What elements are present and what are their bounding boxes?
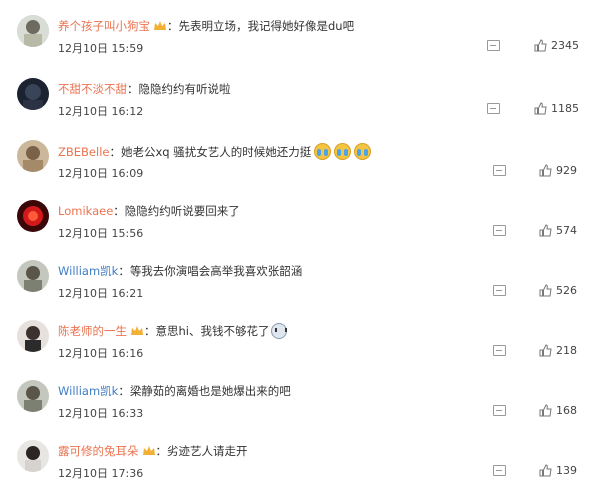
separator: ： — [155, 444, 168, 458]
comment-username[interactable]: 露可修的兔耳朵 — [58, 444, 139, 458]
like-count: 2345 — [551, 38, 579, 52]
comment-text: 先表明立场，我记得她好像是du吧 — [178, 19, 355, 33]
avatar[interactable] — [17, 140, 49, 172]
avatar[interactable] — [17, 200, 49, 232]
thumbs-up-icon — [539, 463, 552, 476]
comment-item: ZBEBelle：她老公xq 骚扰女艺人的时候她还力挺 12月10日 16:09… — [0, 140, 600, 200]
thumbs-up-icon — [539, 223, 552, 236]
comment-username[interactable]: William凯k — [58, 264, 118, 278]
comment-time: 12月10日 16:12 — [58, 105, 144, 118]
comment-text: 意思hi、我钱不够花了 — [155, 324, 270, 338]
comment-username[interactable]: 不甜不淡不甜 — [58, 82, 127, 96]
thumbs-up-icon — [534, 38, 547, 51]
comment-item: 不甜不淡不甜：隐隐约约有听说啦 12月10日 16:12 1185 — [0, 78, 600, 138]
like-count: 139 — [556, 463, 577, 477]
comment-item: William凯k：梁静茹的离婚也是她爆出来的吧 12月10日 16:33 16… — [0, 380, 600, 440]
separator: ： — [109, 145, 121, 159]
like-button[interactable]: 929 — [539, 162, 577, 178]
like-button[interactable]: 574 — [539, 222, 577, 238]
crown-icon — [153, 20, 167, 32]
separator: ： — [167, 19, 179, 33]
like-button[interactable]: 526 — [539, 282, 577, 298]
thumbs-up-icon — [539, 403, 552, 416]
thumbs-up-icon — [534, 101, 547, 114]
reply-icon[interactable] — [493, 285, 506, 296]
comment-time: 12月10日 16:21 — [58, 287, 144, 300]
comment-username[interactable]: ZBEBelle — [58, 145, 109, 159]
crying-emoji-icon — [334, 143, 352, 160]
comment-text: 劣迹艺人请走开 — [167, 444, 248, 458]
crown-icon — [130, 325, 144, 337]
comment-time: 12月10日 16:33 — [58, 407, 144, 420]
reply-icon[interactable] — [493, 405, 506, 416]
comment-text: 等我去你演唱会高举我喜欢张韶涵 — [129, 264, 303, 278]
separator: ： — [144, 324, 156, 338]
comment-text: 她老公xq 骚扰女艺人的时候她还力挺 — [120, 145, 312, 159]
like-count: 168 — [556, 403, 577, 417]
like-button[interactable]: 218 — [539, 342, 577, 358]
avatar[interactable] — [17, 380, 49, 412]
comment-time: 12月10日 16:16 — [58, 347, 144, 360]
thumbs-up-icon — [539, 283, 552, 296]
comment-item: 露可修的兔耳朵 ：劣迹艺人请走开 12月10日 17:36 139 — [0, 440, 600, 500]
crown-icon — [142, 445, 156, 457]
reply-icon[interactable] — [493, 345, 506, 356]
comment-time: 12月10日 16:09 — [58, 167, 144, 180]
like-count: 218 — [556, 343, 577, 357]
crying-emoji-icon — [354, 143, 372, 160]
like-count: 1185 — [551, 101, 579, 115]
comment-username[interactable]: Lomikaee — [58, 204, 113, 218]
comment-time: 12月10日 17:36 — [58, 467, 144, 480]
like-count: 526 — [556, 283, 577, 297]
comment-item: 养个孩子叫小狗宝 ：先表明立场，我记得她好像是du吧 12月10日 15:59 2… — [0, 15, 600, 75]
crying-emoji-icon — [314, 143, 332, 160]
avatar[interactable] — [17, 78, 49, 110]
like-button[interactable]: 168 — [539, 402, 577, 418]
avatar[interactable] — [17, 440, 49, 472]
comment-username[interactable]: 养个孩子叫小狗宝 — [58, 19, 150, 33]
separator: ： — [127, 82, 139, 96]
avatar[interactable] — [17, 320, 49, 352]
avatar[interactable] — [17, 15, 49, 47]
avatar[interactable] — [17, 260, 49, 292]
reply-icon[interactable] — [493, 465, 506, 476]
comment-username[interactable]: 陈老师的一生 — [58, 324, 127, 338]
comment-item: Lomikaee：隐隐约约听说要回来了 12月10日 15:56 574 — [0, 200, 600, 260]
like-button[interactable]: 139 — [539, 462, 577, 478]
reply-icon[interactable] — [487, 40, 500, 51]
like-button[interactable]: 2345 — [534, 37, 579, 53]
separator: ： — [118, 384, 130, 398]
comment-text: 梁静茹的离婚也是她爆出来的吧 — [129, 384, 291, 398]
like-count: 929 — [556, 163, 577, 177]
thumbs-up-icon — [539, 163, 552, 176]
like-button[interactable]: 1185 — [534, 100, 579, 116]
emoji-icon — [271, 323, 288, 339]
reply-icon[interactable] — [493, 225, 506, 236]
comment-text: 隐隐约约听说要回来了 — [124, 204, 240, 218]
reply-icon[interactable] — [487, 103, 500, 114]
comment-username[interactable]: William凯k — [58, 384, 118, 398]
comment-item: William凯k：等我去你演唱会高举我喜欢张韶涵 12月10日 16:21 5… — [0, 260, 600, 320]
separator: ： — [113, 204, 125, 218]
separator: ： — [118, 264, 130, 278]
like-count: 574 — [556, 223, 577, 237]
comment-item: 陈老师的一生 ：意思hi、我钱不够花了 12月10日 16:16 218 — [0, 320, 600, 380]
comment-text: 隐隐约约有听说啦 — [138, 82, 231, 96]
comment-time: 12月10日 15:56 — [58, 227, 144, 240]
reply-icon[interactable] — [493, 165, 506, 176]
thumbs-up-icon — [539, 343, 552, 356]
comment-time: 12月10日 15:59 — [58, 42, 144, 55]
